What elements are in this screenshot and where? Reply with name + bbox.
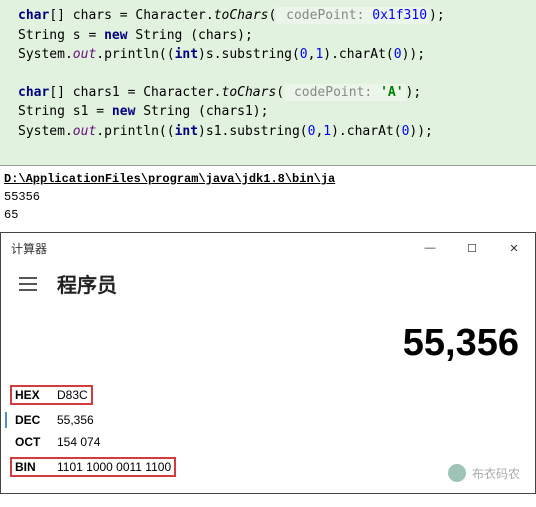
oct-value: 154 074 [57, 435, 100, 449]
dec-label: DEC [15, 413, 45, 427]
watermark: 布衣码农 [448, 464, 520, 482]
minimize-button[interactable]: — [409, 233, 451, 263]
console-line-2: 65 [4, 206, 536, 224]
calc-display: 55,356 [1, 314, 535, 381]
maximize-button[interactable]: ☐ [451, 233, 493, 263]
console-path: D:\ApplicationFiles\program\java\jdk1.8\… [4, 170, 536, 188]
dec-row[interactable]: DEC 55,356 [15, 409, 521, 431]
close-button[interactable]: ✕ [493, 233, 535, 263]
code-line-3: System.out.println((int)s.substring(0,1)… [4, 45, 532, 65]
watermark-icon [448, 464, 466, 482]
window-title: 计算器 [11, 240, 409, 257]
hex-row[interactable]: HEX D83C [15, 381, 521, 409]
calc-mode-label: 程序员 [57, 269, 117, 298]
code-editor: char[] chars = Character.toChars( codePo… [0, 0, 536, 166]
titlebar: 计算器 — ☐ ✕ [1, 233, 535, 263]
oct-label: OCT [15, 435, 45, 449]
oct-row[interactable]: OCT 154 074 [15, 431, 521, 453]
bin-row[interactable]: BIN 1101 1000 0011 1100 [15, 453, 521, 481]
code-line-1: char[] chars = Character.toChars( codePo… [4, 6, 532, 26]
active-indicator [5, 412, 7, 428]
console-output: D:\ApplicationFiles\program\java\jdk1.8\… [0, 166, 536, 232]
menu-icon[interactable] [19, 277, 37, 291]
code-line-5: String s1 = new String (chars1); [4, 102, 532, 122]
calculator-window: 计算器 — ☐ ✕ 程序员 55,356 HEX D83C DEC 55,356… [0, 232, 536, 494]
console-line-1: 55356 [4, 188, 536, 206]
bin-label: BIN [15, 460, 45, 474]
code-line-4: char[] chars1 = Character.toChars( codeP… [4, 83, 532, 103]
code-line-6: System.out.println((int)s1.substring(0,1… [4, 122, 532, 142]
dec-value: 55,356 [57, 413, 94, 427]
hex-value: D83C [57, 388, 88, 402]
watermark-text: 布衣码农 [472, 465, 520, 482]
bin-value: 1101 1000 0011 1100 [57, 460, 171, 474]
hex-label: HEX [15, 388, 45, 402]
code-line-2: String s = new String (chars); [4, 26, 532, 46]
